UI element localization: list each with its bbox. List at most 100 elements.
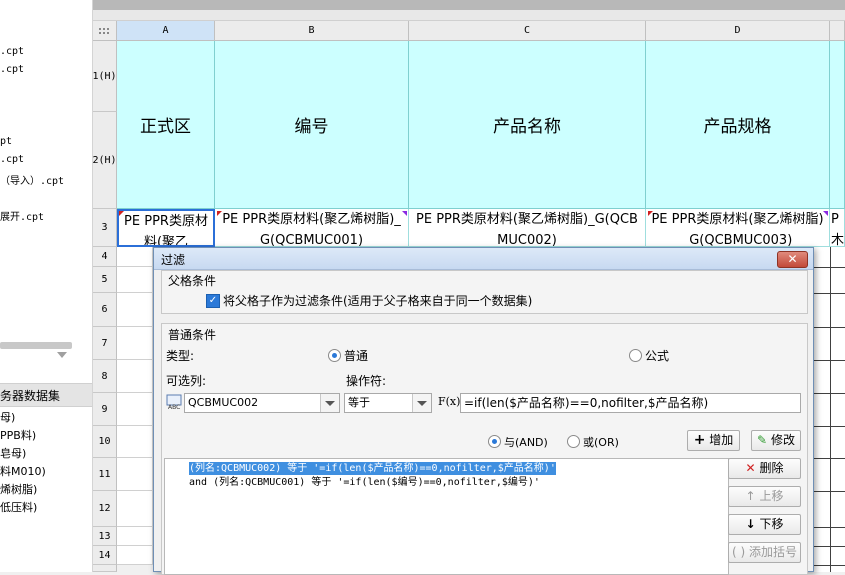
row-header[interactable]: 7 [93,327,117,360]
file-item[interactable]: .cpt [0,64,24,75]
header-cell-extra[interactable] [830,41,845,209]
left-panel: .cpt .cpt pt .cpt （导入）.cpt 展开.cpt 务器数据集 … [0,0,93,572]
header-cell-code[interactable]: 编号 [215,41,409,209]
grid-cell[interactable] [117,267,153,293]
dataset-item[interactable]: 母) [0,409,15,425]
delete-button-label: 删除 [759,461,784,475]
grid-cell[interactable] [117,293,153,327]
row-header[interactable]: 1(H) [92,41,117,112]
delete-icon: ✕ [745,461,756,475]
column-header-e[interactable] [830,21,845,41]
grid-cell[interactable] [117,247,153,267]
column-select-value: QCBMUC002 [188,396,259,409]
formula-fx-icon[interactable]: F(x) [438,393,460,413]
file-item[interactable]: 展开.cpt [0,208,44,223]
move-up-label: 上移 [759,489,784,503]
grid-cell[interactable] [117,458,153,491]
horizontal-scrollbar[interactable] [0,342,72,349]
dataset-item[interactable]: 皂母) [0,445,26,461]
select-all-corner[interactable] [93,21,117,41]
row-header[interactable]: 11 [93,458,117,491]
row-header[interactable]: 5 [93,267,117,293]
dialog-titlebar[interactable]: 过滤 ✕ [154,248,813,270]
grid-cell[interactable] [117,527,153,546]
type-label: 类型: [166,349,195,363]
logic-and-label: 与(AND) [504,436,548,449]
cell-marker-icon [402,211,407,216]
move-up-button[interactable]: ↑ 上移 [728,486,801,507]
type-normal-label: 普通 [344,349,369,363]
grid-cell[interactable] [117,426,153,458]
row-header[interactable]: 8 [93,360,117,393]
arrow-up-icon: ↑ [745,489,756,503]
row-header[interactable]: 14 [93,546,117,565]
header-cell-product-name[interactable]: 产品名称 [409,41,646,209]
header-cell-official-area[interactable]: 正式区 [117,41,215,209]
data-cell[interactable]: P 木 [830,209,845,247]
bracket-icon: ( ) [731,545,746,559]
parent-filter-checkbox[interactable]: ✓ [206,294,220,308]
operator-select[interactable]: 等于 [344,393,432,413]
grid-cell[interactable] [117,546,153,565]
normal-condition-title: 普通条件 [168,328,217,342]
filter-dialog: 过滤 ✕ 父格条件 ✓ 将父格子作为过滤条件(适用于父子格来自于同一个数据集) … [153,247,814,575]
row-header[interactable]: 9 [93,393,117,426]
dataset-item[interactable]: 低压料) [0,499,37,515]
add-bracket-button[interactable]: ( ) 添加括号 [728,542,801,563]
condition-item[interactable]: and (列名:QCBMUC001) 等于 '=if(len($编号)==0,n… [189,476,540,489]
operator-select-value: 等于 [348,396,370,409]
close-button[interactable]: ✕ [777,251,808,268]
row-header[interactable]: 2(H) [92,112,117,209]
row-header[interactable] [93,565,117,572]
row-header[interactable]: 10 [93,426,117,458]
section-title: 务器数据集 [0,389,61,403]
row-header[interactable]: 13 [93,527,117,546]
data-cell[interactable]: PE PPR类原材料(聚乙烯树脂)_G(QCBMUC003) [646,209,830,247]
column-header-b[interactable]: B [215,21,409,41]
plus-icon: + [693,432,706,448]
formula-input[interactable]: =if(len($产品名称)==0,nofilter,$产品名称) [460,393,801,413]
formula-strip [93,10,845,21]
grid-cell[interactable] [117,360,153,393]
column-header-c[interactable]: C [409,21,646,41]
file-item[interactable]: .cpt [0,154,24,165]
data-cell[interactable]: PE PPR类原材料(聚乙烯树脂)_G(QCBMUC002) [409,209,646,247]
condition-list[interactable]: (列名:QCBMUC002) 等于 '=if(len($产品名称)==0,nof… [164,458,729,575]
file-item[interactable]: （导入）.cpt [0,172,64,187]
add-button[interactable]: + 增加 [687,430,740,451]
grid-cell[interactable] [117,393,153,426]
data-cell[interactable]: PE PPR类原材料(聚乙烯树脂)_G(QCBMUC001) [215,209,409,247]
grid-cell[interactable] [117,491,153,527]
condition-item-selected[interactable]: (列名:QCBMUC002) 等于 '=if(len($产品名称)==0,nof… [189,462,556,475]
type-normal-radio[interactable] [328,349,341,362]
column-header-a[interactable]: A [117,21,215,41]
grid-icon [99,28,109,34]
chevron-down-icon[interactable] [57,352,67,358]
logic-or-radio[interactable] [567,435,580,448]
delete-button[interactable]: ✕ 删除 [728,458,801,479]
dialog-title: 过滤 [161,253,186,267]
header-cell-product-spec[interactable]: 产品规格 [646,41,830,209]
row-header[interactable]: 3 [93,209,117,247]
row-header[interactable]: 4 [93,247,117,267]
file-item[interactable]: .cpt [0,46,24,57]
grid-cell[interactable] [117,327,153,360]
column-header-d[interactable]: D [646,21,830,41]
dataset-item[interactable]: 烯树脂) [0,481,37,497]
row-header[interactable]: 6 [93,293,117,327]
add-button-label: 增加 [709,433,734,447]
data-cell-selected[interactable]: PE PPR类原材料(聚乙 [117,209,215,247]
type-formula-radio[interactable] [629,349,642,362]
chevron-down-icon [320,394,339,412]
modify-button[interactable]: ✎ 修改 [751,430,801,451]
cell-marker-icon [217,211,222,216]
dataset-item[interactable]: 料M010) [0,463,46,479]
row-header[interactable]: 12 [93,491,117,527]
file-item[interactable]: pt [0,136,12,147]
cell-marker-icon [823,211,828,216]
move-down-button[interactable]: ↓ 下移 [728,514,801,535]
logic-or-label: 或(OR) [583,436,619,449]
dataset-item[interactable]: PPB料) [0,427,36,443]
column-select[interactable]: QCBMUC002 [184,393,340,413]
logic-and-radio[interactable] [488,435,501,448]
